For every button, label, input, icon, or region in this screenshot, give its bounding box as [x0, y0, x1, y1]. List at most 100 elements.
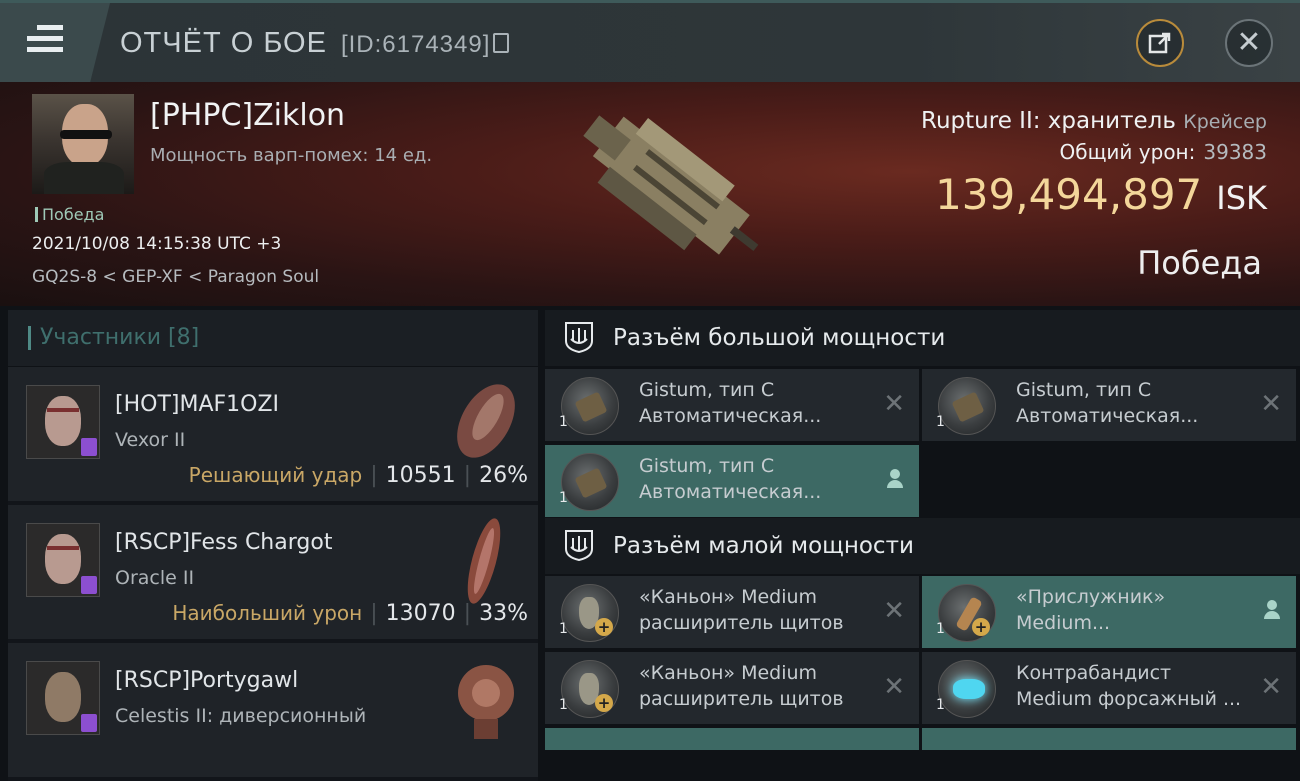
page-title: ОТЧЁТ О БОЕ [ID:6174349]: [120, 27, 510, 60]
dropped-icon: [887, 469, 903, 489]
report-id: [ID:6174349]: [340, 31, 491, 58]
hamburger-icon: [27, 25, 63, 58]
module-name: Gistum, тип С: [1016, 379, 1152, 401]
corp-badge-icon: [81, 714, 97, 732]
participants-header[interactable]: Участники [8]: [8, 310, 538, 366]
top-damage-tag: Наибольший урон: [172, 601, 363, 625]
total-damage: Общий урон: 39383: [1060, 140, 1267, 164]
dropped-icon: [1264, 600, 1280, 620]
module-name: Gistum, тип С: [639, 455, 775, 477]
participant-name: [RSCP]Portygawl: [115, 668, 299, 693]
top-bar: ОТЧЁТ О БОЕ [ID:6174349] ✕: [0, 0, 1300, 82]
participant-damage: 13070: [385, 601, 456, 626]
module-item[interactable]: [922, 728, 1296, 750]
module-item[interactable]: 1 Gistum, тип С Автоматическая...: [545, 445, 919, 517]
module-type: расширитель щитов: [639, 688, 844, 710]
module-qty: 1: [559, 490, 568, 506]
participant-ship: Vexor II: [115, 429, 186, 451]
avatar[interactable]: [26, 385, 100, 459]
kill-location[interactable]: GQ2S-8 < GEP-XF < Paragon Soul: [32, 267, 319, 287]
module-qty: 1: [936, 621, 945, 637]
module-qty: 1: [559, 697, 568, 713]
turret-icon: [938, 377, 996, 435]
menu-button[interactable]: [0, 3, 110, 82]
module-name: Контрабандист: [1016, 662, 1172, 684]
module-qty: 1: [936, 414, 945, 430]
victim-name[interactable]: [PHPC]Ziklon: [150, 98, 345, 133]
avatar[interactable]: [26, 523, 100, 597]
plus-icon: +: [972, 618, 990, 636]
title-text: ОТЧЁТ О БОЕ: [120, 27, 327, 59]
participant-damage: 10551: [385, 463, 456, 488]
destroyed-icon: ✕: [883, 596, 905, 626]
victim-ship-image[interactable]: [545, 85, 775, 300]
module-qty: 1: [559, 621, 568, 637]
high-slot-header: Разъём большой мощности: [545, 310, 1300, 366]
ship-class: Крейсер: [1183, 111, 1267, 133]
participant-stats: Наибольший урон | 13070 | 33%: [172, 601, 528, 626]
module-name: Gistum, тип С: [639, 379, 775, 401]
module-type: Medium...: [1016, 612, 1111, 634]
share-icon: [1148, 32, 1171, 54]
close-icon: ✕: [1236, 25, 1262, 60]
close-button[interactable]: ✕: [1225, 19, 1273, 67]
destroyed-icon: ✕: [1260, 389, 1282, 419]
module-type: Автоматическая...: [1016, 405, 1199, 427]
destroyed-icon: ✕: [883, 389, 905, 419]
module-name: «Каньон» Medium: [639, 586, 818, 608]
participant-ship: Celestis II: диверсионный: [115, 705, 367, 727]
isk-value: 139,494,897 ISK: [935, 170, 1267, 219]
participant-card[interactable]: [RSCP]Fess Chargot Oracle II Наибольший …: [8, 505, 538, 643]
isk-unit: ISK: [1216, 179, 1267, 217]
module-item[interactable]: + 1 «Каньон» Medium расширитель щитов ✕: [545, 652, 919, 724]
module-type: Medium форсажный ...: [1016, 688, 1242, 710]
avatar[interactable]: [26, 661, 100, 735]
participant-name: [HOT]MAF1OZI: [115, 392, 280, 417]
high-slot-label: Разъём большой мощности: [613, 325, 946, 351]
status-badge: Победа: [35, 205, 104, 224]
mid-slot-header: Разъём малой мощности: [545, 518, 1300, 574]
participant-percent: 33%: [479, 601, 528, 626]
total-damage-value: 39383: [1203, 140, 1267, 164]
warp-disrupt-strength: Мощность варп-помех: 14 ед.: [150, 145, 433, 166]
module-item[interactable]: [545, 728, 919, 750]
module-qty: 1: [936, 697, 945, 713]
victim-ship-name[interactable]: Rupture II: хранитель Крейсер: [921, 108, 1267, 134]
kill-datetime: 2021/10/08 14:15:38 UTC +3: [32, 234, 282, 254]
mid-slot-label: Разъём малой мощности: [613, 533, 914, 559]
participant-name: [RSCP]Fess Chargot: [115, 530, 333, 555]
victim-avatar[interactable]: [32, 94, 134, 194]
status-badge-label: Победа: [42, 205, 105, 224]
module-name: «Каньон» Medium: [639, 662, 818, 684]
participant-stats: Решающий удар | 10551 | 26%: [188, 463, 528, 488]
participant-card[interactable]: [HOT]MAF1OZI Vexor II Решающий удар | 1055…: [8, 367, 538, 505]
module-type: Автоматическая...: [639, 481, 822, 503]
module-item[interactable]: + 1 «Прислужник» Medium...: [922, 576, 1296, 648]
share-button[interactable]: [1136, 19, 1184, 67]
participant-ship-image: [467, 518, 501, 604]
destroyed-icon: ✕: [1260, 672, 1282, 702]
final-blow-tag: Решающий удар: [188, 463, 363, 487]
participant-card[interactable]: [RSCP]Portygawl Celestis II: диверсионны…: [8, 643, 538, 781]
turret-icon: [561, 453, 619, 511]
mid-slot-icon: [565, 530, 593, 561]
turret-icon: [561, 377, 619, 435]
module-item[interactable]: 1 Контрабандист Medium форсажный ... ✕: [922, 652, 1296, 724]
module-item[interactable]: 1 Gistum, тип С Автоматическая... ✕: [922, 369, 1296, 441]
result-label: Победа: [1137, 244, 1262, 282]
isk-amount: 139,494,897: [935, 170, 1203, 219]
afterburner-icon: [938, 660, 996, 718]
module-qty: 1: [559, 414, 568, 430]
participant-ship: Oracle II: [115, 567, 195, 589]
high-slot-icon: [565, 322, 593, 353]
participant-ship-image: [458, 665, 514, 739]
module-item[interactable]: 1 Gistum, тип С Автоматическая... ✕: [545, 369, 919, 441]
module-type: Автоматическая...: [639, 405, 822, 427]
plus-icon: +: [595, 694, 613, 712]
destroyed-icon: ✕: [883, 672, 905, 702]
plus-icon: +: [595, 618, 613, 636]
copy-icon[interactable]: [493, 33, 510, 53]
corp-badge-icon: [81, 576, 97, 594]
module-item[interactable]: + 1 «Каньон» Medium расширитель щитов ✕: [545, 576, 919, 648]
ship-name-text: Rupture II: хранитель: [921, 108, 1176, 134]
